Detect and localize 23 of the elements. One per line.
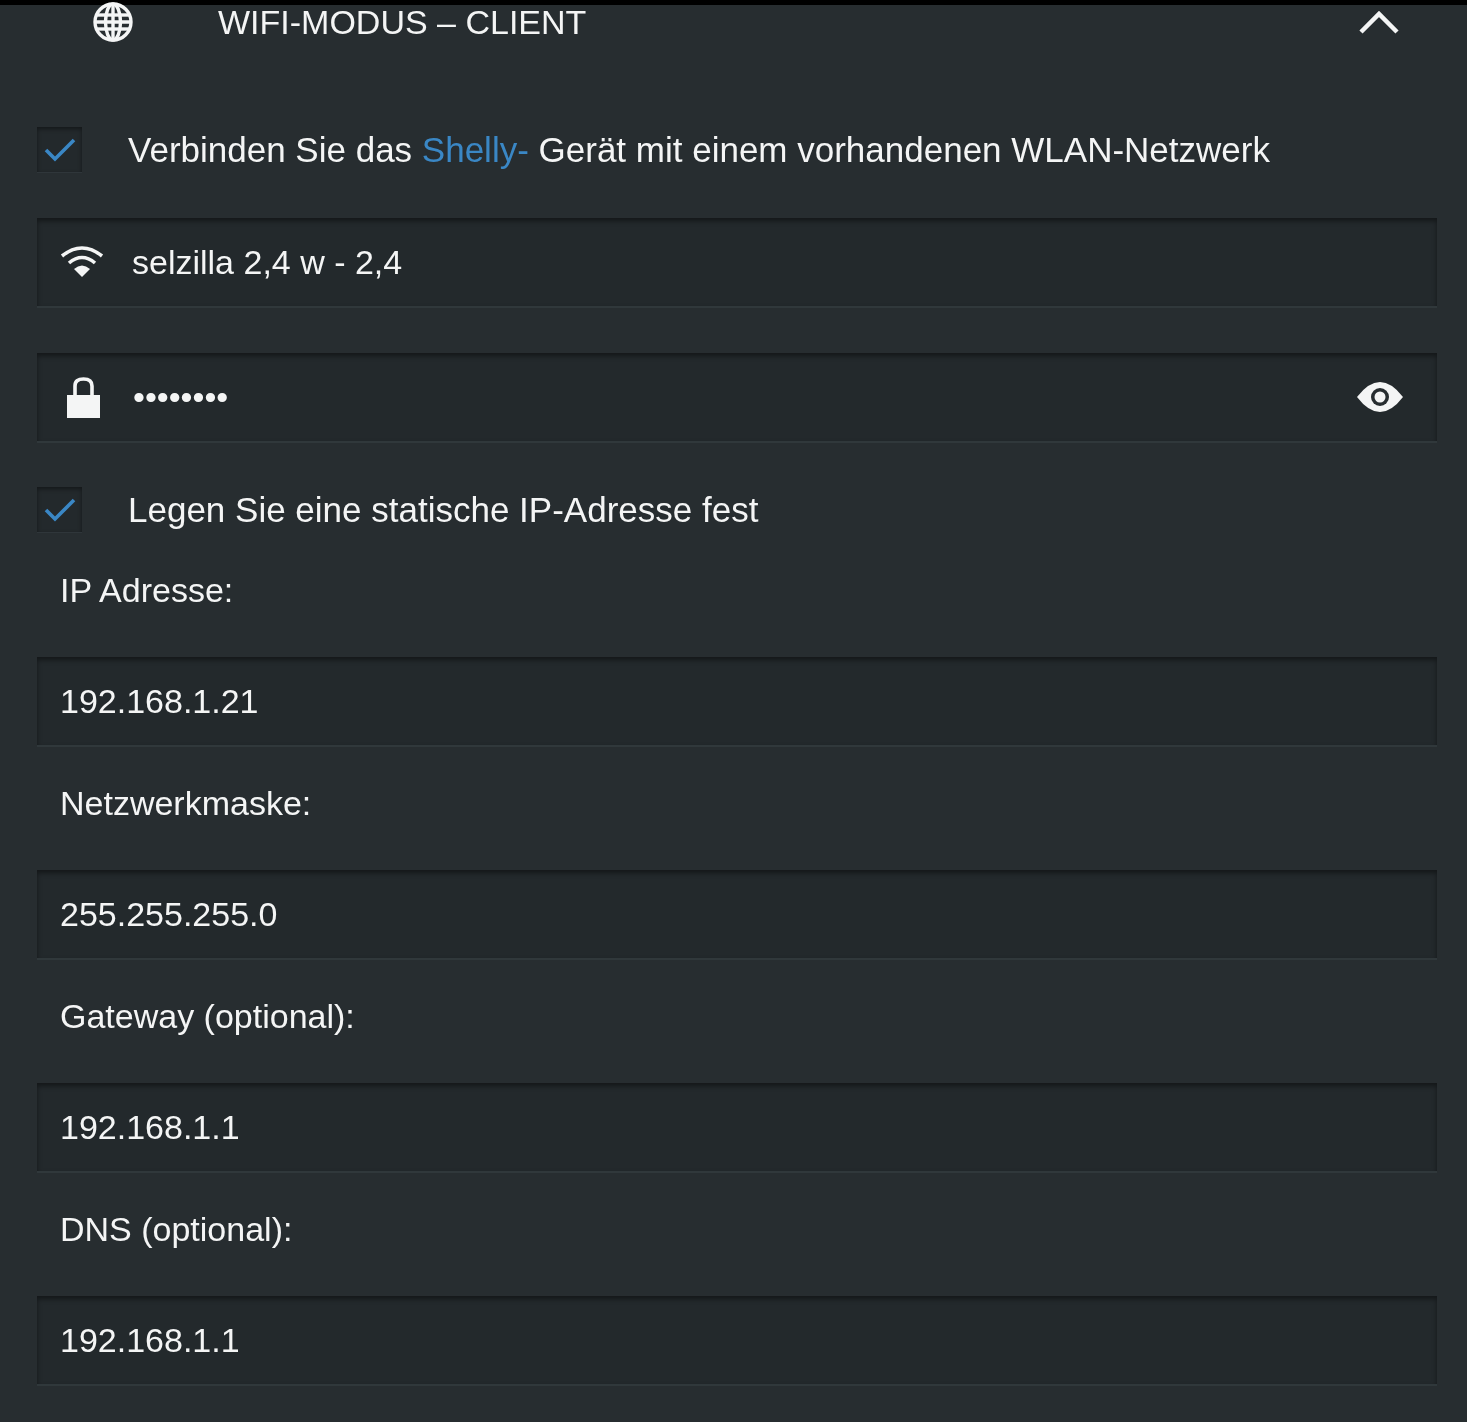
eye-icon[interactable] [1357, 382, 1403, 412]
input-field[interactable]: 192.168.1.1 [37, 1083, 1437, 1173]
lock-icon [67, 376, 100, 418]
input-field[interactable]: 192.168.1.21 [37, 657, 1437, 747]
field-label: DNS (optional): [60, 1209, 293, 1250]
field-label: Gateway (optional): [60, 996, 355, 1037]
wifi-network-field[interactable]: selzilla 2,4 w - 2,4 [37, 218, 1437, 308]
checkbox[interactable] [37, 487, 82, 532]
wifi-icon [60, 246, 104, 278]
chevron-up-icon[interactable] [1358, 9, 1400, 35]
field-label: Netzwerkmaske: [60, 783, 312, 824]
section-title: WIFI-MODUS – CLIENT [218, 4, 588, 40]
password-field[interactable]: •••••••• [37, 353, 1437, 443]
checkbox[interactable] [37, 127, 82, 172]
checkbox-label: Legen Sie eine statische IP-Adresse fest [128, 489, 759, 531]
checkbox-label: Verbinden Sie das Shelly- Gerät mit einem vorhandenen WLAN-Netzwerk [128, 129, 1270, 171]
input-field[interactable]: 255.255.255.0 [37, 870, 1437, 960]
field-label: IP Adresse: [60, 570, 234, 611]
globe-icon [93, 2, 133, 42]
checkmark-icon [43, 137, 76, 162]
link[interactable]: Shelly- [421, 130, 529, 169]
checkmark-icon [43, 497, 76, 522]
input-field[interactable]: 192.168.1.1 [37, 1296, 1437, 1386]
